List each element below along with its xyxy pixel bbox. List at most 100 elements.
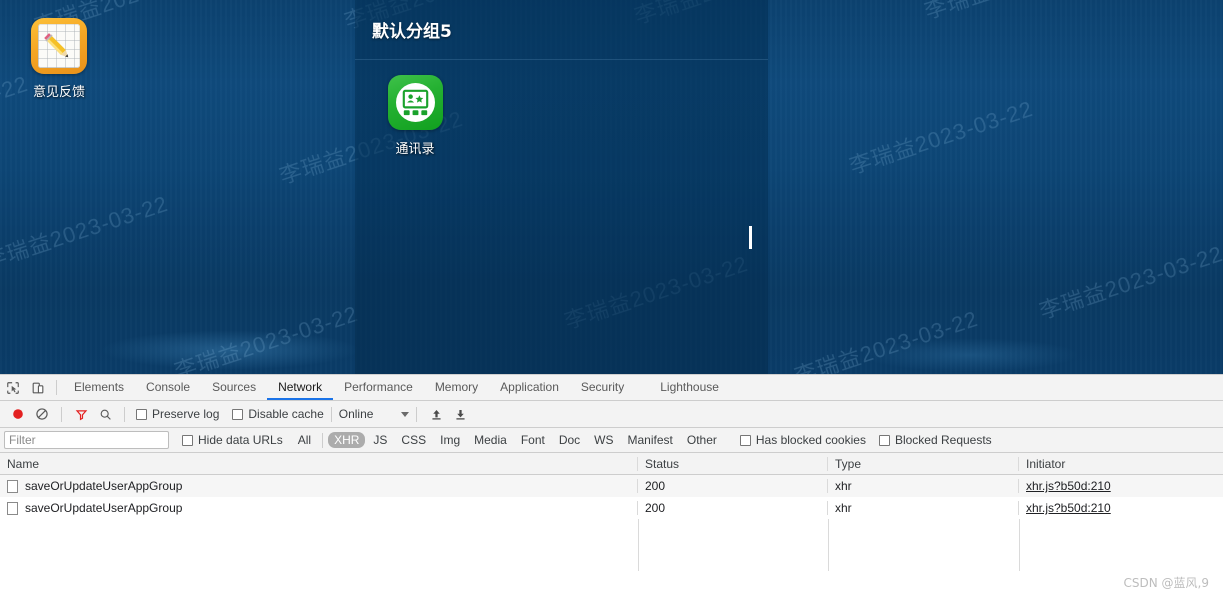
request-type: xhr (828, 479, 1019, 493)
watermark-text: 李瑞益2023-03-22 (0, 190, 172, 274)
row-checkbox-icon (7, 501, 18, 515)
desktop-background: 李瑞益2023-03-22 李瑞益2023-03-22 李瑞益2023-03-2… (0, 0, 1223, 374)
request-initiator[interactable]: xhr.js?b50d:210 (1019, 479, 1223, 493)
tab-label: Elements (74, 379, 125, 394)
preserve-log-label: Preserve log (152, 407, 220, 421)
tab-security[interactable]: Security (570, 375, 635, 400)
watermark-text: 李瑞益2023-03-22 (1036, 240, 1223, 324)
filter-type-js[interactable]: JS (367, 432, 393, 448)
initiator-link[interactable]: xhr.js?b50d:210 (1026, 501, 1111, 515)
disable-cache-label: Disable cache (248, 407, 324, 421)
tab-label: Sources (212, 379, 257, 394)
devtools-tabbar: Elements Console Sources Network Perform… (0, 375, 1223, 401)
watermark-text: 李瑞益2023-03-22 (791, 305, 982, 374)
request-status: 200 (638, 501, 828, 515)
inspect-element-icon[interactable] (0, 375, 25, 400)
column-header-initiator[interactable]: Initiator (1019, 457, 1223, 471)
csdn-watermark: CSDN @蓝风,9 (1123, 576, 1209, 590)
app-group-panel: 默认分组5 通讯录 (355, 0, 768, 374)
column-header-name[interactable]: Name (0, 456, 638, 471)
app-label: 通讯录 (395, 142, 435, 157)
import-har-button[interactable] (424, 408, 448, 421)
tab-sources[interactable]: Sources (201, 375, 267, 400)
filter-type-doc[interactable]: Doc (553, 432, 586, 448)
record-button[interactable] (6, 407, 30, 421)
preserve-log-checkbox[interactable]: Preserve log (136, 407, 219, 421)
tab-label: Security (580, 379, 625, 394)
controls-divider (124, 406, 125, 422)
request-initiator[interactable]: xhr.js?b50d:210 (1019, 501, 1223, 515)
filter-input[interactable] (4, 431, 169, 449)
table-row[interactable]: saveOrUpdateUserAppGroup 200 xhr xhr.js?… (0, 475, 1223, 497)
watermark-text: 李瑞益2023-03-22 (171, 300, 362, 374)
network-controls-row: Preserve log Disable cache Online (0, 401, 1223, 428)
tab-label: Application (500, 379, 559, 394)
request-name-cell[interactable]: saveOrUpdateUserAppGroup (0, 501, 638, 515)
filter-type-font[interactable]: Font (515, 432, 551, 448)
tab-label: Console (146, 379, 191, 394)
initiator-link[interactable]: xhr.js?b50d:210 (1026, 479, 1111, 493)
has-blocked-cookies-checkbox[interactable]: Has blocked cookies (739, 433, 866, 447)
request-name: saveOrUpdateUserAppGroup (25, 479, 183, 493)
tab-application[interactable]: Application (489, 375, 570, 400)
checkbox-box (182, 434, 193, 446)
app-group-header: 默认分组5 (355, 0, 768, 60)
column-divider[interactable] (638, 519, 639, 571)
filter-divider (322, 432, 324, 448)
request-type: xhr (828, 501, 1019, 515)
filter-type-other[interactable]: Other (681, 432, 723, 448)
toolbar-divider (56, 380, 57, 395)
pencil-glyph (44, 33, 69, 58)
device-toolbar-icon[interactable] (25, 375, 50, 400)
tab-memory[interactable]: Memory (424, 375, 489, 400)
clear-button[interactable] (30, 407, 54, 421)
disable-cache-checkbox[interactable]: Disable cache (232, 407, 324, 421)
tab-label: Network (278, 379, 323, 394)
throttling-select[interactable]: Online (339, 407, 410, 421)
tab-network[interactable]: Network (267, 375, 334, 400)
request-name-cell[interactable]: saveOrUpdateUserAppGroup (0, 479, 638, 493)
filter-type-xhr[interactable]: XHR (328, 432, 366, 448)
table-empty-area (0, 519, 1223, 571)
filter-type-media[interactable]: Media (468, 432, 513, 448)
blocked-requests-checkbox[interactable]: Blocked Requests (878, 433, 992, 447)
contacts-glyph (402, 89, 428, 116)
table-row[interactable]: saveOrUpdateUserAppGroup 200 xhr xhr.js?… (0, 497, 1223, 519)
notepad-pencil-icon (31, 18, 87, 74)
filter-type-css[interactable]: CSS (395, 432, 432, 448)
app-group-title: 默认分组5 (372, 22, 452, 42)
tab-elements[interactable]: Elements (63, 375, 135, 400)
filter-type-ws[interactable]: WS (588, 432, 619, 448)
tab-lighthouse[interactable]: Lighthouse (649, 375, 730, 400)
column-divider[interactable] (828, 519, 829, 571)
has-blocked-cookies-label: Has blocked cookies (755, 433, 866, 447)
filter-type-img[interactable]: Img (434, 432, 466, 448)
checkbox-box (136, 408, 147, 420)
filter-toggle-icon[interactable] (69, 408, 93, 421)
contacts-icon (387, 75, 443, 130)
export-har-button[interactable] (448, 408, 472, 421)
app-tile-contacts[interactable]: 通讯录 (377, 75, 453, 157)
filter-type-manifest[interactable]: Manifest (622, 432, 679, 448)
chevron-down-icon (401, 411, 410, 417)
tab-console[interactable]: Console (135, 375, 201, 400)
column-divider[interactable] (1019, 519, 1020, 571)
checkbox-box (878, 434, 890, 446)
text-cursor-caret (749, 226, 752, 249)
network-filter-row: Hide data URLs All XHR JS CSS Img Media … (0, 428, 1223, 453)
tab-label: Memory (434, 379, 479, 394)
network-requests-table: Name Status Type Initiator saveOrUpdateU… (0, 453, 1223, 571)
column-header-type[interactable]: Type (828, 456, 1019, 471)
hide-data-urls-checkbox[interactable]: Hide data URLs (182, 433, 283, 447)
tab-performance[interactable]: Performance (333, 375, 424, 400)
watermark-text: 李瑞益2023-03-22 (846, 95, 1037, 179)
row-checkbox-icon (7, 479, 18, 493)
desktop-shortcut-feedback[interactable]: 意见反馈 (24, 18, 94, 100)
throttling-value: Online (338, 407, 374, 421)
column-header-status[interactable]: Status (638, 456, 828, 471)
filter-type-all[interactable]: All (292, 432, 317, 448)
blocked-requests-label: Blocked Requests (894, 433, 992, 447)
checkbox-box (739, 434, 751, 446)
search-icon[interactable] (93, 408, 117, 421)
background-glow-secondary (860, 338, 1080, 372)
